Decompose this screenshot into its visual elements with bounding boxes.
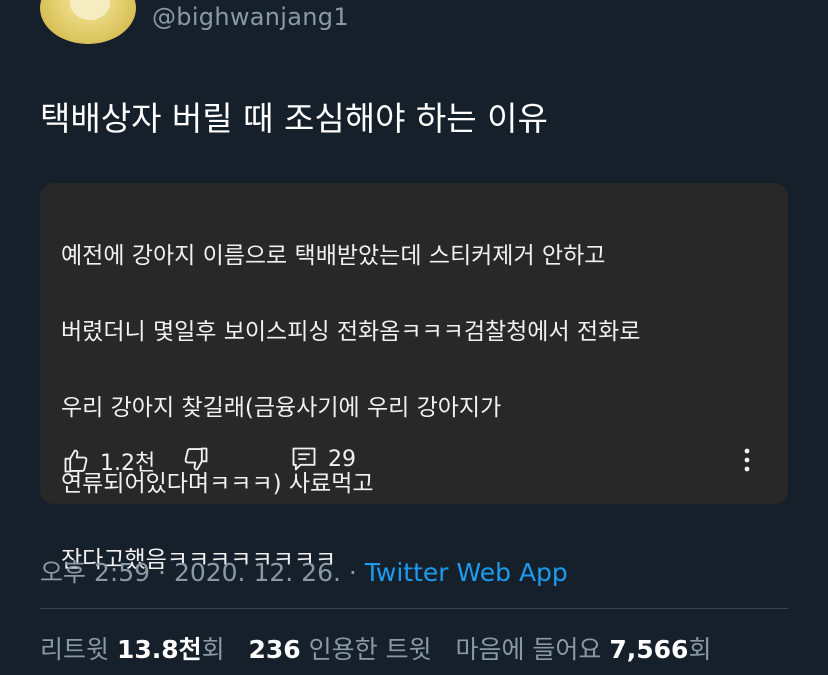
reply-count: 29 — [328, 446, 356, 472]
tweet-time[interactable]: 오후 2:59 — [40, 558, 150, 587]
like-button[interactable]: 1.2천 — [62, 445, 155, 477]
comment-line: 버렸더니 몇일후 보이스피싱 전화옴ㅋㅋㅋ검찰청에서 전화로 — [61, 319, 641, 345]
user-handle[interactable]: @bighwanjang1 — [152, 3, 349, 31]
comment-line: 예전에 강아지 이름으로 택배받았는데 스티커제거 안하고 — [61, 243, 606, 269]
like-count: 1.2천 — [100, 451, 156, 476]
likes-count: 7,566 — [609, 635, 689, 664]
more-vertical-icon — [744, 448, 750, 472]
comment-actions: 1.2천 29 — [58, 445, 770, 477]
tweet-meta: 오후 2:59 · 2020. 12. 26. · Twitter Web Ap… — [40, 553, 568, 589]
likes-stat[interactable]: 마음에 들어요 7,566회 — [455, 635, 711, 664]
retweets-suffix: 회 — [201, 635, 225, 664]
likes-label: 마음에 들어요 — [455, 635, 602, 664]
more-button[interactable] — [742, 447, 752, 473]
tweet-text: 택배상자 버릴 때 조심해야 하는 이유 — [40, 99, 548, 138]
meta-separator: · — [150, 558, 174, 587]
quotes-label: 인용한 트윗 — [308, 635, 432, 664]
avatar[interactable] — [40, 0, 136, 44]
retweets-stat[interactable]: 리트윗 13.8천회 — [40, 635, 225, 664]
divider — [40, 608, 788, 609]
retweets-label: 리트윗 — [40, 635, 110, 664]
tweet-stats: 리트윗 13.8천회 236 인용한 트윗 마음에 들어요 7,566회 — [40, 630, 711, 666]
quotes-stat[interactable]: 236 인용한 트윗 — [249, 635, 432, 664]
comment-icon — [292, 447, 316, 471]
quotes-count: 236 — [248, 635, 301, 664]
avatar-face — [70, 0, 110, 20]
comment-line: 우리 강아지 찾길래(금융사기에 우리 강아지가 — [61, 395, 502, 421]
tweet-date[interactable]: 2020. 12. 26. — [174, 558, 341, 587]
meta-separator: · — [340, 558, 365, 587]
embedded-comment-image[interactable]: 예전에 강아지 이름으로 택배받았는데 스티커제거 안하고 버렸더니 몇일후 보… — [40, 183, 788, 573]
thumb-down-icon — [184, 447, 208, 471]
thumb-up-icon — [64, 449, 88, 473]
likes-suffix: 회 — [688, 635, 712, 664]
retweets-count: 13.8천 — [116, 635, 202, 664]
reply-button[interactable]: 29 — [290, 445, 356, 473]
tweet-source-link[interactable]: Twitter Web App — [365, 558, 568, 587]
dislike-button[interactable] — [182, 445, 210, 473]
